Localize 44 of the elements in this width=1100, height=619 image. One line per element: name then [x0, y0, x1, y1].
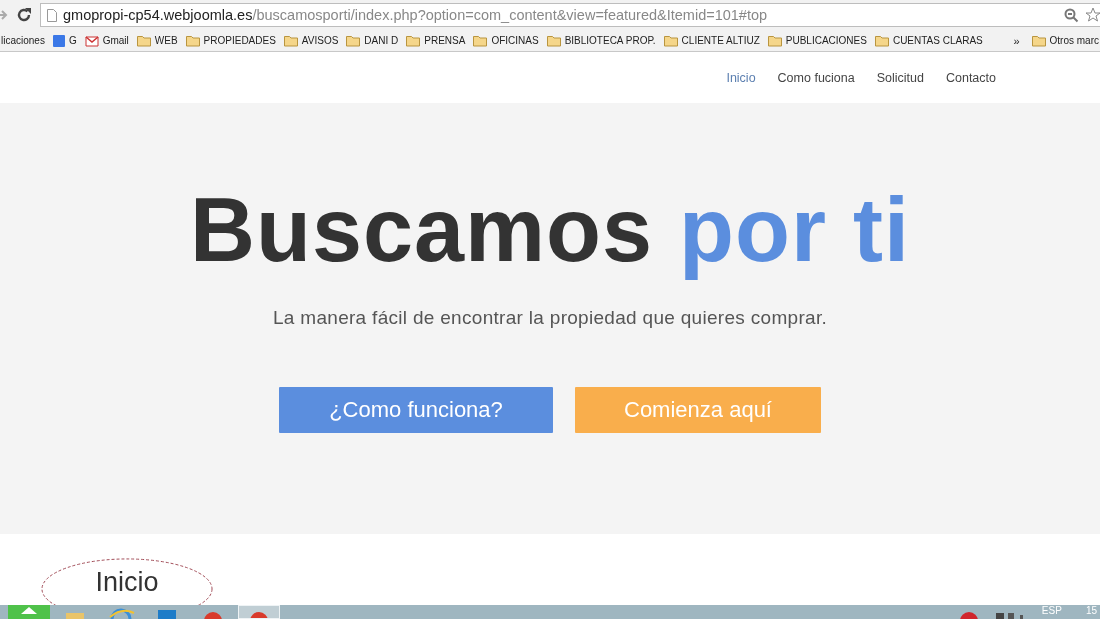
browser-icon[interactable] [238, 605, 280, 619]
folder-icon [663, 34, 678, 47]
bookmark[interactable]: DANI D [346, 34, 399, 47]
bookmark[interactable]: PRENSA [406, 34, 466, 47]
folder-icon [406, 34, 421, 47]
forward-icon[interactable] [0, 9, 8, 21]
folder-icon [185, 34, 200, 47]
hero-title-accent: por ti [679, 180, 911, 280]
start-button[interactable] [8, 605, 50, 619]
bookmark[interactable]: OFICINAS [473, 34, 539, 47]
bookmark[interactable]: licaciones [1, 35, 45, 46]
overflow-button[interactable]: » [1009, 34, 1024, 47]
bookmark[interactable]: Otros marc [1031, 34, 1099, 47]
folder-icon [346, 34, 361, 47]
bookmark[interactable]: PUBLICACIONES [767, 34, 867, 47]
bookmark[interactable]: AVISOS [283, 34, 339, 47]
folder-icon [546, 34, 561, 47]
section-heading: Inicio [95, 566, 159, 598]
nav-link[interactable]: Como fuciona [777, 70, 855, 85]
folder-icon [473, 34, 488, 47]
address-bar[interactable]: gmopropi-cp54.webjoomla.es/buscamosporti/index.php?option=com_content&view=featured&Itemid=101#top [40, 3, 1100, 27]
folder-icon [283, 34, 298, 47]
folder-icon [874, 34, 889, 47]
bookmark[interactable]: CLIENTE ALTIUZ [663, 34, 760, 47]
bookmark[interactable]: BIBLIOTECA PROP. [546, 34, 656, 47]
hero-subtitle: La manera fácil de encontrar la propiedad que quieres comprar. [272, 307, 828, 329]
star-icon[interactable] [1085, 7, 1100, 23]
bookmark[interactable]: WEB [136, 34, 178, 47]
reload-icon[interactable] [16, 7, 32, 23]
nav-link[interactable]: Inicio [726, 70, 756, 85]
bookmark[interactable]: G [52, 34, 77, 47]
zoom-icon[interactable] [1064, 7, 1079, 23]
bookmark[interactable]: PROPIEDADES [185, 34, 276, 47]
page-icon [47, 8, 57, 22]
folder-icon [767, 34, 782, 47]
folder-icon [136, 34, 151, 47]
folder-icon [1031, 34, 1046, 47]
bookmark[interactable]: CUENTAS CLARAS [874, 34, 983, 47]
nav-link[interactable]: Contacto [945, 70, 996, 85]
hero-title: Buscamos [189, 180, 654, 280]
nav-link[interactable]: Solicitud [876, 70, 924, 85]
google-icon [52, 34, 65, 47]
bookmark[interactable]: Gmail [84, 34, 129, 47]
mail-icon [84, 34, 99, 47]
